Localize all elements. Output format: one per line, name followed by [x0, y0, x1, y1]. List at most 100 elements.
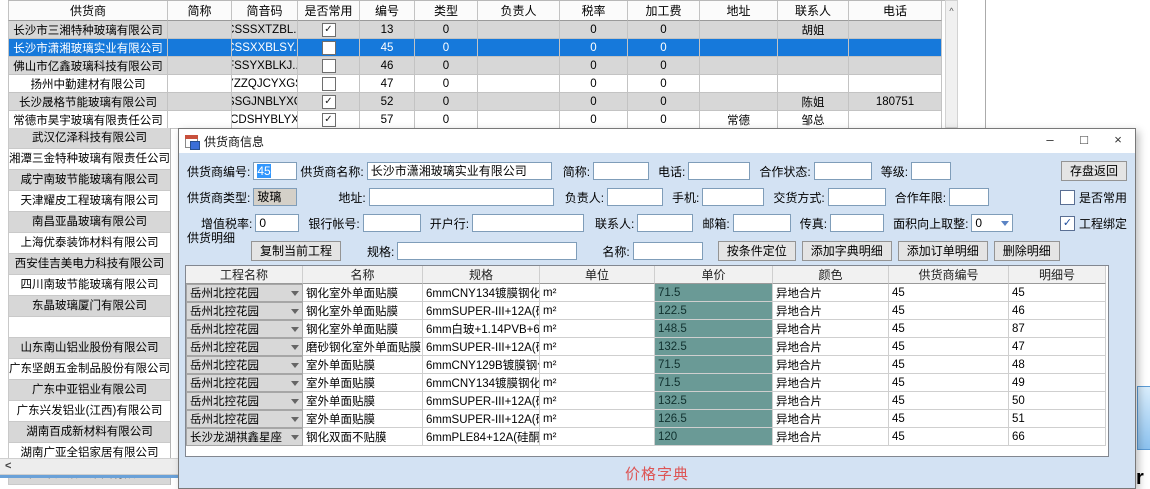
supplier-name-field[interactable]: 长沙市潇湘玻璃实业有限公司	[367, 162, 552, 180]
vat-field[interactable]: 0	[255, 214, 299, 232]
detail-row[interactable]: 岳州北控花园室外单面贴膜6mmSUPER-III+12A(硅...m²126.5…	[186, 410, 1108, 428]
grade-field[interactable]	[911, 162, 951, 180]
supplier-row[interactable]: 长沙市三湘特种玻璃有限公司CSSSXTZBL...✓13000胡姐	[8, 21, 945, 39]
column-header-10[interactable]: 地址	[700, 1, 778, 21]
supplier-list-item[interactable]	[8, 317, 170, 338]
checkbox-icon[interactable]	[322, 41, 336, 55]
contact-field[interactable]	[637, 214, 693, 232]
email-field[interactable]	[733, 214, 791, 232]
supplier-list-item[interactable]: 武汉亿泽科技有限公司	[8, 128, 170, 149]
spec-filter-input[interactable]	[397, 242, 577, 260]
supplier-list-item[interactable]: 东晶玻璃厦门有限公司	[8, 296, 170, 317]
supplier-row[interactable]: 常德市昊宇玻璃有限责任公司CDSHYBLYX✓57000常德邹总	[8, 111, 945, 129]
vertical-scrollbar[interactable]: ^	[945, 0, 958, 128]
supplier-list-item[interactable]: 湖南百成新材料有限公司	[8, 422, 170, 443]
checkbox-icon[interactable]: ✓	[322, 95, 336, 109]
scroll-up-icon[interactable]: ^	[949, 6, 953, 16]
coop-years-field[interactable]	[949, 188, 989, 206]
checkbox-icon[interactable]	[322, 59, 336, 73]
cell-common[interactable]	[298, 57, 360, 75]
supplier-list-item[interactable]: 西安佳吉美电力科技有限公司	[8, 254, 170, 275]
cell-common[interactable]	[298, 75, 360, 93]
detail-row[interactable]: 岳州北控花园钢化室外单面贴膜6mmSUPER-III+12A(硅...m²122…	[186, 302, 1108, 320]
checkbox-icon[interactable]: ✓	[322, 113, 336, 127]
supplier-list-item[interactable]: 广东中亚铝业有限公司	[8, 380, 170, 401]
column-header-4[interactable]: 是否常用	[298, 1, 360, 21]
supplier-type-field[interactable]: 玻璃	[253, 188, 297, 206]
detail-column-header-2[interactable]: 名称	[303, 266, 423, 284]
close-button[interactable]: ×	[1101, 129, 1135, 153]
name-filter-input[interactable]	[633, 242, 703, 260]
supplier-row[interactable]: 长沙晟格节能玻璃有限公司CSSGJNBLYXGS✓52000陈姐180751	[8, 93, 945, 111]
supplier-list-item[interactable]: 广东坚朗五金制品股份有限公司	[8, 359, 170, 380]
supplier-list-item[interactable]: 南昌亚晶玻璃有限公司	[8, 212, 170, 233]
checkbox-icon[interactable]: ✓	[1060, 216, 1075, 231]
supplier-list-item[interactable]: 山东南山铝业股份有限公司	[8, 338, 170, 359]
detail-row[interactable]: 岳州北控花园室外单面贴膜6mmSUPER-III+12A(硅...m²132.5…	[186, 392, 1108, 410]
project-combo[interactable]: 岳州北控花园	[186, 356, 303, 374]
column-header-7[interactable]: 负责人	[478, 1, 560, 21]
detail-column-header-7[interactable]: 供货商编号	[889, 266, 1009, 284]
add-dictionary-detail-button[interactable]: 添加字典明细	[802, 241, 892, 261]
detail-column-header-4[interactable]: 单位	[540, 266, 655, 284]
scroll-left-icon[interactable]: <	[5, 460, 11, 473]
cell-common[interactable]: ✓	[298, 93, 360, 111]
detail-row[interactable]: 岳州北控花园室外单面贴膜6mmCNY134镀膜钢化m²71.5异地合片4549	[186, 374, 1108, 392]
bank-account-field[interactable]	[363, 214, 421, 232]
project-combo[interactable]: 岳州北控花园	[186, 338, 303, 356]
supplier-list-item[interactable]: 咸宁南玻节能玻璃有限公司	[8, 170, 170, 191]
project-combo[interactable]: 岳州北控花园	[186, 410, 303, 428]
supplier-row[interactable]: 佛山市亿鑫玻璃科技有限公司FSSYXBLKJ...46000	[8, 57, 945, 75]
supplier-list-item[interactable]: 四川南玻节能玻璃有限公司	[8, 275, 170, 296]
detail-row[interactable]: 岳州北控花园钢化室外单面贴膜6mmCNY134镀膜钢化m²71.5异地合片454…	[186, 284, 1108, 302]
minimize-button[interactable]: –	[1033, 129, 1067, 153]
column-header-9[interactable]: 加工费	[628, 1, 700, 21]
copy-current-project-button[interactable]: 复制当前工程	[251, 241, 341, 261]
locate-by-condition-button[interactable]: 按条件定位	[718, 241, 796, 261]
fax-field[interactable]	[830, 214, 884, 232]
abbr-field[interactable]	[593, 162, 649, 180]
phone-field[interactable]	[688, 162, 750, 180]
project-combo[interactable]: 岳州北控花园	[186, 302, 303, 320]
area-round-dropdown[interactable]: 0	[971, 214, 1013, 232]
detail-row[interactable]: 岳州北控花园室外单面贴膜6mmCNY129B镀膜钢化m²71.5异地合片4548	[186, 356, 1108, 374]
checkbox-icon[interactable]: ✓	[322, 23, 336, 37]
column-header-3[interactable]: 简音码	[232, 1, 298, 21]
column-header-8[interactable]: 税率	[560, 1, 628, 21]
supplier-list-item[interactable]: 广东兴发铝业(江西)有限公司	[8, 401, 170, 422]
dialog-titlebar[interactable]: 供货商信息 – □ ×	[179, 129, 1135, 153]
supplier-list-item[interactable]: 天津耀皮工程玻璃有限公司	[8, 191, 170, 212]
owner-field[interactable]	[607, 188, 663, 206]
detail-row[interactable]: 岳州北控花园磨砂钢化室外单面贴膜6mmSUPER-III+12A(硅...m²1…	[186, 338, 1108, 356]
project-bind-checkbox[interactable]: ✓ 工程绑定	[1060, 215, 1127, 232]
checkbox-icon[interactable]	[1060, 190, 1075, 205]
common-use-checkbox[interactable]: 是否常用	[1060, 189, 1127, 206]
supplier-list-item[interactable]: 上海优泰装饰材料有限公司	[8, 233, 170, 254]
column-header-5[interactable]: 编号	[360, 1, 415, 21]
horizontal-scrollbar[interactable]: <	[0, 458, 178, 475]
address-field[interactable]	[369, 188, 554, 206]
detail-column-header-8[interactable]: 明细号	[1009, 266, 1106, 284]
save-return-button[interactable]: 存盘返回	[1061, 161, 1127, 181]
supplier-row[interactable]: 扬州中勤建材有限公司YZZQJCYXGS47000	[8, 75, 945, 93]
detail-column-header-6[interactable]: 颜色	[773, 266, 889, 284]
project-combo[interactable]: 岳州北控花园	[186, 320, 303, 338]
detail-row[interactable]: 岳州北控花园钢化室外单面贴膜6mm白玻+1.14PVB+6mm...m²148.…	[186, 320, 1108, 338]
supplier-row[interactable]: 长沙市潇湘玻璃实业有限公司CSSXXBLSY...45000	[8, 39, 945, 57]
detail-column-header-5[interactable]: 单价	[655, 266, 773, 284]
project-combo[interactable]: 岳州北控花园	[186, 374, 303, 392]
project-combo[interactable]: 岳州北控花园	[186, 392, 303, 410]
coop-status-field[interactable]	[814, 162, 872, 180]
maximize-button[interactable]: □	[1067, 129, 1101, 153]
supplier-no-field[interactable]: 45	[253, 162, 297, 180]
supplier-list-item[interactable]: 湘潭三金特种玻璃有限责任公司	[8, 149, 170, 170]
cell-common[interactable]: ✓	[298, 111, 360, 129]
column-header-11[interactable]: 联系人	[778, 1, 849, 21]
bank-field[interactable]	[472, 214, 584, 232]
column-header-6[interactable]: 类型	[415, 1, 478, 21]
column-header-2[interactable]: 简称	[168, 1, 232, 21]
project-combo[interactable]: 长沙龙湖祺鑫星座	[186, 428, 303, 446]
detail-row[interactable]: 长沙龙湖祺鑫星座钢化双面不贴膜6mmPLE84+12A(硅酮胶...m²120异…	[186, 428, 1108, 446]
mobile-field[interactable]	[702, 188, 764, 206]
column-header-12[interactable]: 电话	[849, 1, 942, 21]
